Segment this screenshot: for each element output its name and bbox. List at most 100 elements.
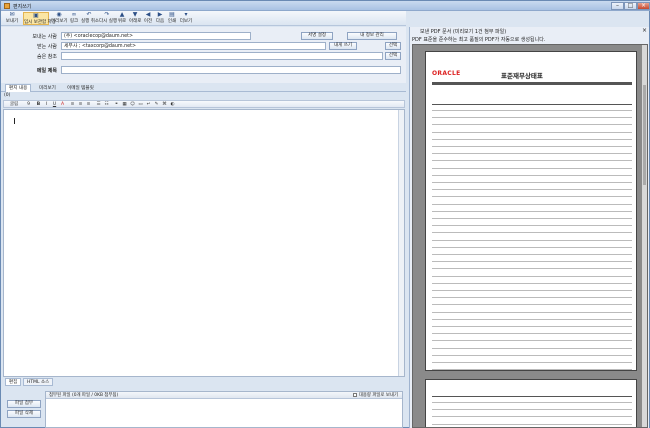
document-line [432,254,632,255]
document-line [432,333,632,335]
document-line [432,354,632,356]
document-line [432,153,632,155]
document-line [432,246,632,248]
font-color-icon[interactable]: A [60,102,65,107]
message-editor[interactable] [3,109,405,377]
table-icon[interactable]: ▦ [122,102,127,107]
document-line [432,318,632,320]
document-line [432,160,632,162]
document-line [432,416,632,418]
document-line [432,225,632,227]
document-line [432,362,632,363]
subject-row: 메일 제목 [1,65,406,75]
toolbar-link[interactable]: ∞ 링크 [69,12,79,25]
tab-template[interactable]: 이메일 템플릿 [63,84,98,92]
document-line [432,275,632,277]
viewer-scrollbar[interactable] [642,45,647,427]
to-field[interactable]: 세무사 ; <taxcorp@daum.net> [61,42,326,50]
toolbar-down[interactable]: ▼ 아래로 [129,12,141,25]
document-line [432,282,632,284]
minimize-button[interactable]: – [611,2,624,10]
cc-field[interactable] [61,52,383,60]
align-right-icon[interactable]: ≡ [86,102,91,107]
to-select-button[interactable]: 선택 [385,42,401,50]
bulk-checkbox[interactable] [352,392,357,397]
emoticon-icon[interactable]: ☺ [130,102,135,107]
document-title: 표준재무상태표 [501,72,543,80]
document-line [432,347,632,349]
cc-select-button[interactable]: 선택 [385,52,401,60]
toolbar-print[interactable]: ▤ 인쇄 [167,12,177,25]
box-icon[interactable]: ▭ [138,102,143,107]
mode-edit-tab[interactable]: 편집 [5,378,22,386]
editor-mode-tabs: 편집 HTML 소스 [3,378,405,386]
tab-content[interactable]: 편지 내용 [5,84,32,92]
from-field[interactable]: (주) <oraclecop@daum.net> [61,32,251,40]
underline-icon[interactable]: U [52,102,57,107]
toolbar-up[interactable]: ▲ 위로 [117,12,127,25]
from-label: 보내는 사람 [32,34,57,40]
sender-info-button[interactable]: 내 정보 관리 [347,32,397,40]
subject-input[interactable] [61,66,401,74]
document-line [432,340,632,342]
document-line [432,196,632,198]
preview-subtitle: PDF 표준을 준수하는 최고 품질의 PDF가 자동으로 생성됩니다. [412,37,546,43]
tab-preview[interactable]: 미리보기 [35,84,60,92]
bold-icon[interactable]: B [36,102,41,107]
maximize-button[interactable]: □ [624,2,637,10]
document-table-top [432,396,632,397]
document-line [432,124,632,126]
main-toolbar: ✉ 보내기 ▣ 임시 보관함 저장 ◉ 미리보기 ∞ 링크 ↶ 실행 취소 ↷ 다시 실행 … [1,11,406,26]
toolbar-send[interactable]: ✉ 보내기 [3,12,21,25]
attachment-header: 첨부된 파일 (0개 파일 / 0KB 첨부됨) 대용량 파일로 보내기 [46,392,402,399]
scroll-thumb[interactable] [643,85,646,185]
text-caret [14,118,15,124]
special-char-icon[interactable]: ⌘ [162,102,167,107]
font-select[interactable]: 굴림 [6,102,22,107]
align-left-icon[interactable]: ≡ [70,102,75,107]
mode-html-tab[interactable]: HTML 소스 [23,378,54,386]
compose-form: 보내는 사람 (주) <oraclecop@daum.net> 서명 설정 내 … [1,27,406,83]
background-icon[interactable]: ◐ [170,102,175,107]
pdf-viewer[interactable]: ORACLE 표준재무상태표 [412,44,648,428]
link-insert-icon[interactable]: ⚭ [114,102,119,107]
document-line [432,189,632,191]
toolbar-next[interactable]: ▶ 다음 [155,12,165,25]
document-header-bar [432,82,632,85]
toolbar-save[interactable]: ▣ 임시 보관함 저장 [23,12,56,25]
pdf-preview-panel: 보낸 PDF 문서 (미리보기 1건 첨부 파일) × PDF 표준을 준수하는… [409,27,649,428]
sign-settings-button[interactable]: 서명 설정 [301,32,333,40]
compose-tabs: 편지 내용 미리보기 이메일 템플릿 [1,83,406,92]
document-line [432,232,632,234]
close-button[interactable]: × [637,2,650,10]
attachment-list[interactable]: 첨부된 파일 (0개 파일 / 0KB 첨부됨) 대용량 파일로 보내기 [45,391,403,428]
toolbar-prev[interactable]: ◀ 이전 [143,12,153,25]
title-bar: 편지쓰기 – □ × [1,1,650,11]
document-line [432,203,632,205]
add-file-button[interactable]: 파일 첨부 [7,400,41,408]
align-center-icon[interactable]: ≡ [78,102,83,107]
cc-label: 숨은 참조 [37,54,57,60]
numbered-list-icon[interactable]: ☷ [104,102,109,107]
attachment-summary: 첨부된 파일 (0개 파일 / 0KB 첨부됨) [49,393,119,398]
list-icon[interactable]: ☰ [96,102,101,107]
line-break-icon[interactable]: ↵ [146,102,151,107]
toolbar-more[interactable]: ▾ 더보기 [179,12,193,25]
document-line [432,138,632,140]
pdf-page [425,379,637,427]
remove-file-button[interactable]: 파일 삭제 [7,410,41,418]
bulk-option[interactable]: 대용량 파일로 보내기 [352,392,398,399]
toolbar-undo[interactable]: ↶ 실행 취소 [81,12,99,25]
editor-scrollbar[interactable] [398,110,404,376]
italic-icon[interactable]: I [44,102,49,107]
toolbar-preview[interactable]: ◉ 미리보기 [51,12,68,25]
to-label: 받는 사람 [37,44,57,50]
toolbar-redo[interactable]: ↷ 다시 실행 [99,12,117,25]
to-me-button[interactable]: 내게 쓰기 [329,42,357,50]
from-row: 보내는 사람 (주) <oraclecop@daum.net> 서명 설정 내 … [1,31,406,41]
highlight-icon[interactable]: ✎ [154,102,159,107]
close-icon[interactable]: × [642,27,647,34]
font-size-select[interactable]: 9 [26,102,31,107]
document-line [432,131,632,133]
document-line [432,218,632,219]
